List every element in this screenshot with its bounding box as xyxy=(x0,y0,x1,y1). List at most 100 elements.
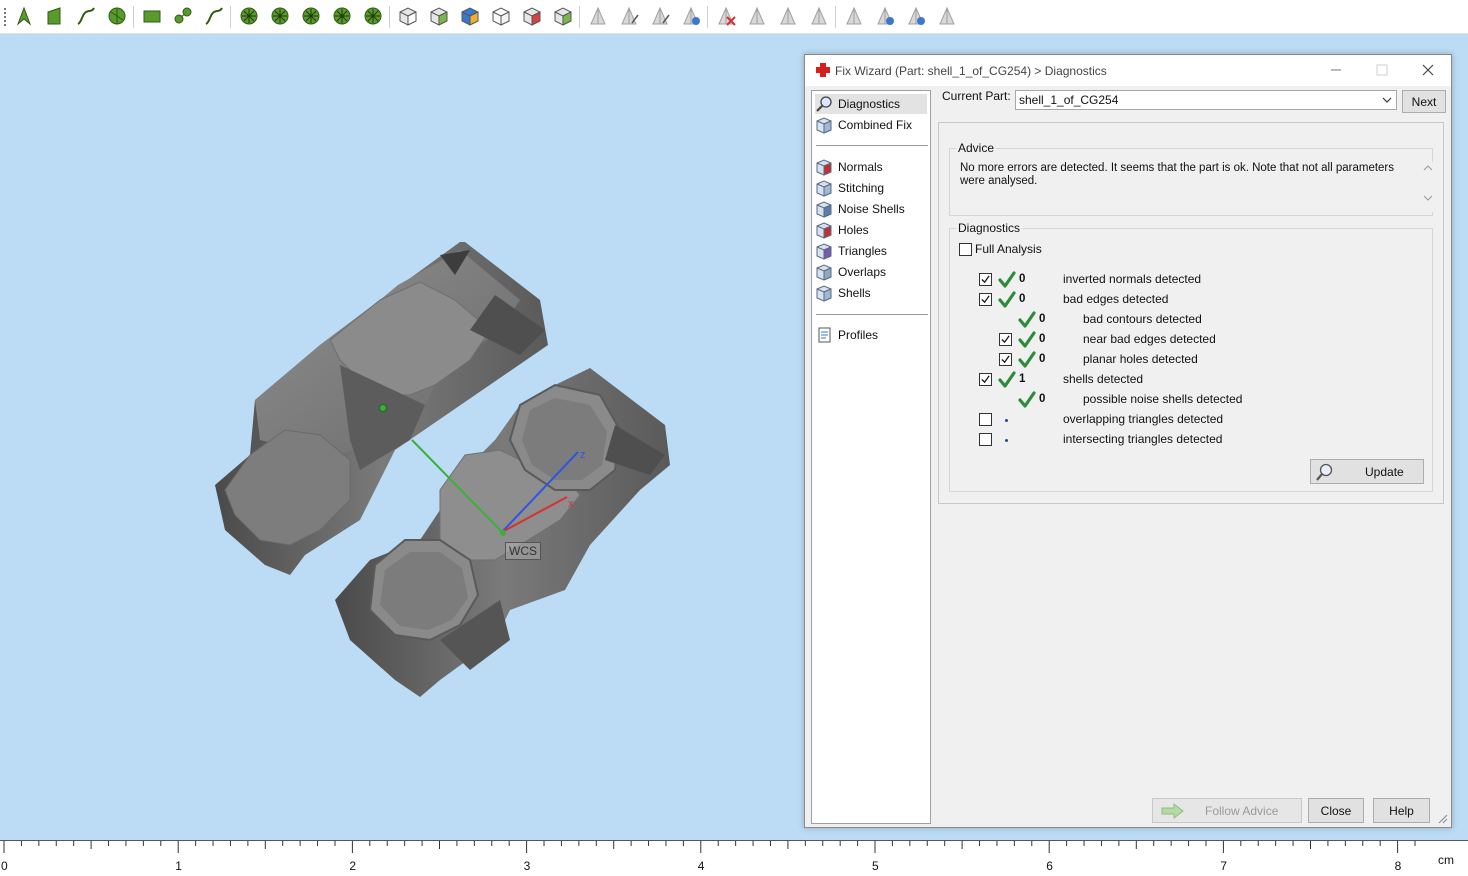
arrow-tool-icon xyxy=(13,5,35,30)
shells-icon xyxy=(815,284,833,302)
maximize-button[interactable] xyxy=(1359,55,1405,85)
triangle-extrude-button[interactable] xyxy=(807,5,831,29)
nav-item-shells[interactable]: Shells xyxy=(815,283,927,303)
rect-select-button[interactable] xyxy=(140,5,164,29)
update-label: Update xyxy=(1365,464,1404,479)
ok-check-icon xyxy=(998,291,1016,309)
cube-front-button[interactable] xyxy=(427,5,451,29)
diagnostic-checkbox[interactable] xyxy=(979,373,992,386)
nav-item-overlaps[interactable]: Overlaps xyxy=(815,262,927,282)
holes-icon xyxy=(815,221,833,239)
curve-tool-button[interactable] xyxy=(74,5,98,29)
diagnostic-label: near bad edges detected xyxy=(1083,332,1216,346)
triangles-icon xyxy=(815,242,833,260)
dialog-titlebar[interactable]: Fix Wizard (Part: shell_1_of_CG254) > Di… xyxy=(805,55,1451,86)
triangle-copy-button[interactable] xyxy=(776,5,800,29)
follow-advice-button[interactable]: Follow Advice xyxy=(1152,798,1302,823)
3d-viewport[interactable]: z x WCS xyxy=(0,35,804,840)
triangle-delete-icon xyxy=(715,5,737,30)
mesh-select-button[interactable] xyxy=(237,5,261,29)
rect-select-icon xyxy=(141,5,163,30)
ok-check-icon xyxy=(1018,351,1036,369)
fix-wizard-dialog: Fix Wizard (Part: shell_1_of_CG254) > Di… xyxy=(804,54,1452,828)
cube-red-button[interactable] xyxy=(520,5,544,29)
cube-color-button[interactable] xyxy=(458,5,482,29)
node-select-button[interactable] xyxy=(171,5,195,29)
triangle-blue-button[interactable] xyxy=(679,5,703,29)
combined-fix-icon xyxy=(815,116,833,134)
next-button[interactable]: Next xyxy=(1402,90,1446,113)
scroll-up-icon[interactable] xyxy=(1423,164,1433,172)
resize-grip-icon[interactable] xyxy=(1438,814,1448,824)
cube-ghost-button[interactable] xyxy=(489,5,513,29)
nav-item-stitching[interactable]: Stitching xyxy=(815,178,927,198)
ruler-ticks xyxy=(3,841,1416,853)
cube-wire-icon xyxy=(397,5,419,30)
dialog-title: Fix Wizard (Part: shell_1_of_CG254) > Di… xyxy=(835,64,1107,78)
axis-x-label: x xyxy=(568,498,574,510)
full-analysis-checkbox[interactable] xyxy=(959,243,972,256)
mesh-star-button[interactable] xyxy=(299,5,323,29)
mesh-circle-button[interactable] xyxy=(330,5,354,29)
triangle-paint-icon xyxy=(618,5,640,30)
close-button[interactable]: Close xyxy=(1308,798,1364,823)
diagnostics-panel: Advice No more errors are detected. It s… xyxy=(938,122,1444,504)
ruler-label: 4 xyxy=(697,859,705,873)
nav-item-label: Combined Fix xyxy=(838,118,913,132)
help-button[interactable]: Help xyxy=(1373,798,1430,823)
cube-red-icon xyxy=(521,5,543,30)
diagnostic-checkbox[interactable] xyxy=(979,273,992,286)
toolbar-separator xyxy=(835,6,836,28)
triangle-select-icon xyxy=(587,5,609,30)
mesh-select-icon xyxy=(238,5,260,30)
diagnostic-label: overlapping triangles detected xyxy=(1063,412,1224,426)
minimize-button[interactable] xyxy=(1313,55,1359,85)
nav-item-combined-fix[interactable]: Combined Fix xyxy=(815,115,927,135)
triangle-delete-button[interactable] xyxy=(714,5,738,29)
triangle-flip-button[interactable] xyxy=(745,5,769,29)
stitching-icon xyxy=(815,179,833,197)
diagnostic-checkbox[interactable] xyxy=(999,333,1012,346)
diagnostic-checkbox[interactable] xyxy=(979,293,992,306)
measure-grid-button[interactable] xyxy=(873,5,897,29)
nav-item-diagnostics[interactable]: Diagnostics xyxy=(815,94,927,114)
cube-dots-button[interactable] xyxy=(551,5,575,29)
path-select-button[interactable] xyxy=(202,5,226,29)
toolbar-grip[interactable] xyxy=(4,8,6,26)
close-window-button[interactable] xyxy=(1405,55,1451,85)
triangle-select-button[interactable] xyxy=(586,5,610,29)
measure-button[interactable] xyxy=(842,5,866,29)
measure-blue-button[interactable] xyxy=(904,5,928,29)
overlaps-icon xyxy=(815,263,833,281)
cube-wire-button[interactable] xyxy=(396,5,420,29)
nav-item-profiles[interactable]: Profiles xyxy=(815,325,927,345)
measure-icon xyxy=(843,5,865,30)
diagnostic-count: 0 xyxy=(1039,333,1046,345)
mesh-node-button[interactable] xyxy=(268,5,292,29)
circle-tool-button[interactable] xyxy=(105,5,129,29)
triangle-paint-button[interactable] xyxy=(617,5,641,29)
scroll-down-icon[interactable] xyxy=(1423,194,1433,202)
nav-item-holes[interactable]: Holes xyxy=(815,220,927,240)
nav-item-triangles[interactable]: Triangles xyxy=(815,241,927,261)
triangle-edit-button[interactable] xyxy=(648,5,672,29)
diagnostic-checkbox[interactable] xyxy=(979,433,992,446)
diagnostic-count: 0 xyxy=(1019,273,1026,285)
update-button[interactable]: Update xyxy=(1310,459,1424,484)
arrow-tool-button[interactable] xyxy=(12,5,36,29)
diagnostic-label: bad edges detected xyxy=(1063,292,1169,306)
current-part-select[interactable]: shell_1_of_CG254 xyxy=(1015,90,1397,110)
advice-text-area[interactable]: No more errors are detected. It seems th… xyxy=(960,162,1436,212)
diagnostics-title: Diagnostics xyxy=(956,221,1023,235)
mesh-wheel-button[interactable] xyxy=(361,5,385,29)
measure-box-button[interactable] xyxy=(935,5,959,29)
maximize-icon xyxy=(1376,64,1388,76)
diagnostic-checkbox[interactable] xyxy=(999,353,1012,366)
nav-item-normals[interactable]: Normals xyxy=(815,157,927,177)
nav-item-noise-shells[interactable]: Noise Shells xyxy=(815,199,927,219)
sketch-tool-button[interactable] xyxy=(43,5,67,29)
magnifier-icon xyxy=(1316,463,1333,481)
diagnostic-checkbox[interactable] xyxy=(979,413,992,426)
axis-z-label: z xyxy=(580,449,586,461)
main-toolbar xyxy=(0,0,1468,34)
